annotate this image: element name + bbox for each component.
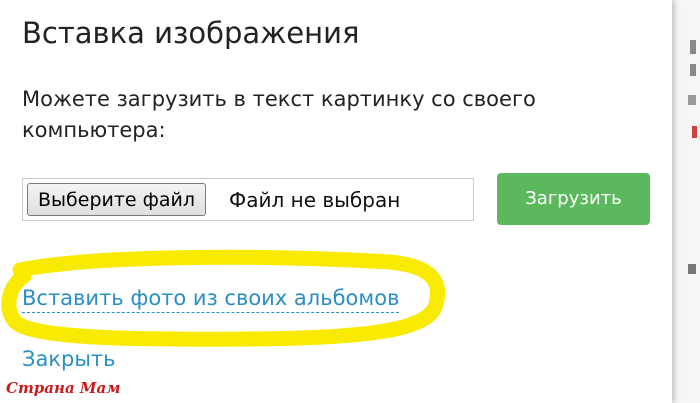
background-page-edge — [672, 0, 700, 403]
choose-file-button[interactable]: Выберите файл — [27, 183, 207, 216]
upload-button[interactable]: Загрузить — [497, 173, 650, 225]
insert-image-dialog: Вставка изображения Можете загрузить в т… — [0, 0, 672, 403]
insert-from-albums-link[interactable]: Вставить фото из своих альбомов — [22, 284, 400, 313]
close-link[interactable]: Закрыть — [22, 347, 116, 371]
site-watermark: Страна Мам — [6, 379, 121, 397]
file-input[interactable]: Выберите файл Файл не выбран — [22, 178, 474, 221]
dialog-description: Можете загрузить в текст картинку со сво… — [22, 87, 536, 142]
file-status-text: Файл не выбран — [229, 188, 401, 212]
dialog-title: Вставка изображения — [22, 16, 360, 50]
